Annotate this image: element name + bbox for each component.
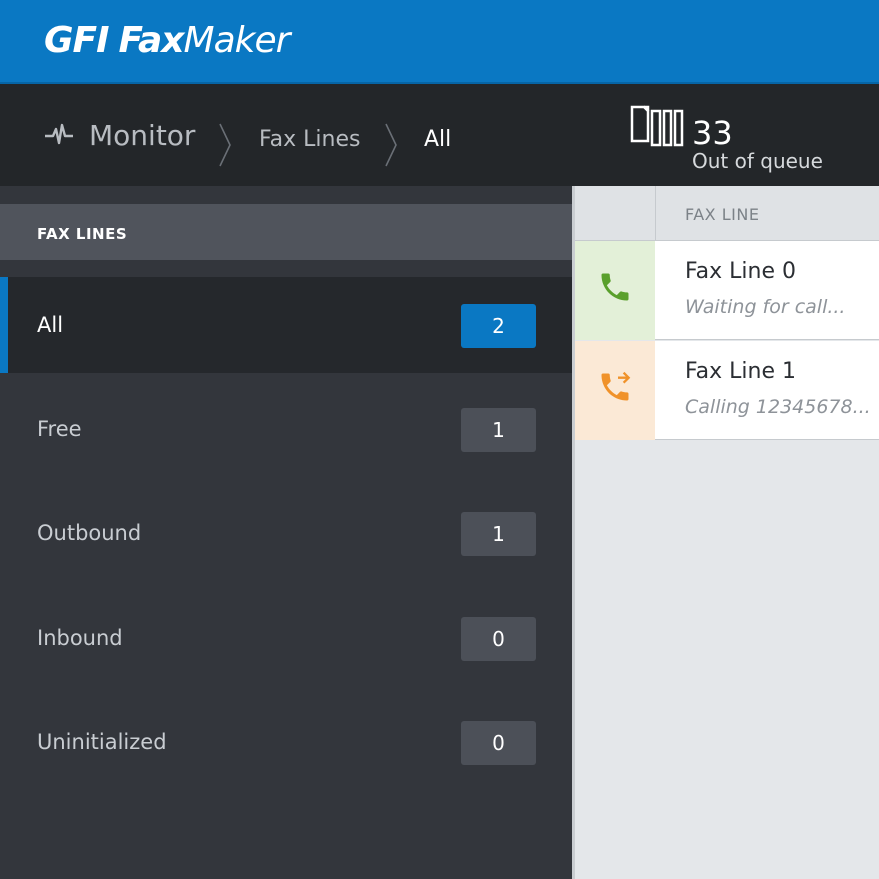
- chevron-right-icon: [385, 123, 397, 167]
- breadcrumb-fax-lines[interactable]: Fax Lines: [259, 127, 360, 152]
- fax-line-status: Calling 12345678...: [685, 396, 871, 418]
- phone-outgoing-icon: [601, 371, 631, 401]
- count-badge: 0: [461, 617, 536, 661]
- sidebar-item-free[interactable]: Free 1: [0, 381, 572, 477]
- brand-part-2: Fax: [118, 20, 185, 61]
- breadcrumb-monitor[interactable]: Monitor: [89, 119, 195, 152]
- count-badge: 1: [461, 512, 536, 556]
- fax-line-name: Fax Line 0: [685, 259, 796, 284]
- column-header-fax-line[interactable]: FAX LINE: [685, 205, 759, 224]
- sidebar-section-header: FAX LINES: [0, 204, 572, 260]
- queue-label: Out of queue: [692, 149, 823, 173]
- sidebar-item-label: Inbound: [37, 626, 123, 650]
- table-row[interactable]: Fax Line 0 Waiting for call...: [575, 241, 879, 340]
- sidebar-item-inbound[interactable]: Inbound 0: [0, 590, 572, 686]
- brand-part-3: Maker: [183, 20, 291, 61]
- fax-pages-icon: [630, 101, 686, 153]
- sidebar: FAX LINES All 2 Free 1 Outbound 1 Inboun…: [0, 186, 572, 879]
- table-row[interactable]: Fax Line 1 Calling 12345678...: [575, 341, 879, 440]
- count-badge: 2: [461, 304, 536, 348]
- sidebar-item-label: Free: [37, 417, 82, 441]
- sidebar-item-label: All: [37, 313, 64, 337]
- count-badge: 0: [461, 721, 536, 765]
- fax-line-status: Waiting for call...: [685, 296, 846, 318]
- breadcrumb-all: All: [424, 127, 452, 152]
- sidebar-item-uninitialized[interactable]: Uninitialized 0: [0, 694, 572, 790]
- brand-logo: GFI FaxMaker: [44, 20, 291, 61]
- sidebar-item-label: Outbound: [37, 521, 142, 545]
- sidebar-item-outbound[interactable]: Outbound 1: [0, 485, 572, 581]
- chevron-right-icon: [219, 123, 231, 167]
- phone-icon: [601, 273, 629, 301]
- fax-lines-table: FAX LINE Fax Line 0 Waiting for call... …: [572, 186, 879, 879]
- sidebar-section-title: FAX LINES: [37, 225, 128, 243]
- top-bar: GFI FaxMaker: [0, 0, 879, 84]
- sidebar-item-all[interactable]: All 2: [0, 277, 572, 373]
- pulse-icon: [44, 122, 74, 152]
- table-header: FAX LINE: [575, 186, 879, 241]
- column-divider: [655, 186, 656, 241]
- fax-line-name: Fax Line 1: [685, 359, 796, 384]
- status-cell: [575, 241, 655, 340]
- count-badge: 1: [461, 408, 536, 452]
- sidebar-item-label: Uninitialized: [37, 730, 167, 754]
- queue-count: 33: [692, 114, 733, 152]
- brand-part-1: GFI: [44, 20, 110, 61]
- app-window: GFI FaxMaker Monitor Fax Lines All 33 Out…: [0, 0, 879, 879]
- status-cell: [575, 341, 655, 440]
